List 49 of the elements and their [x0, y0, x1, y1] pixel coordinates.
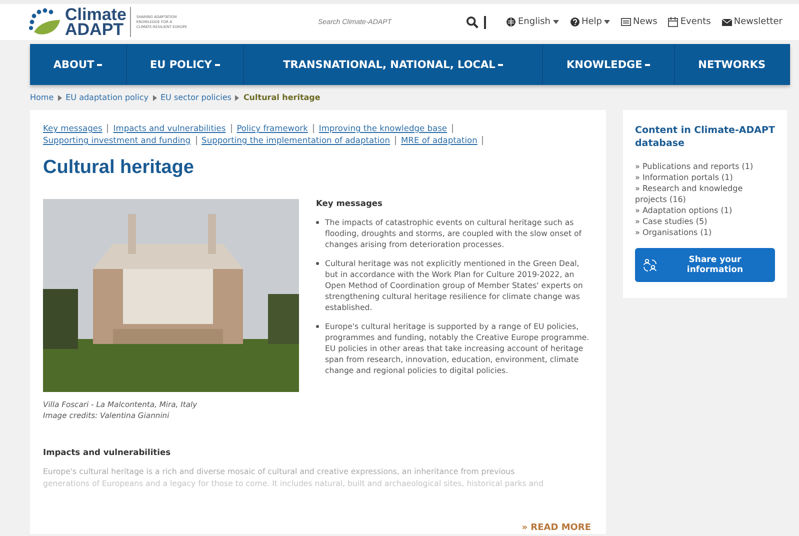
logo-icon — [26, 8, 62, 36]
section-link[interactable]: Key messages — [43, 122, 102, 134]
search-icon[interactable] — [466, 16, 479, 28]
logo-text: ADAPT — [65, 22, 124, 37]
calendar-icon — [668, 17, 678, 27]
database-link[interactable]: » Organisations (1) — [635, 227, 775, 238]
globe-icon — [506, 17, 516, 27]
news-link[interactable]: News — [621, 17, 658, 27]
separator-icon — [235, 94, 240, 100]
database-link[interactable]: » Adaptation options (1) — [635, 205, 775, 216]
separator-icon — [152, 94, 156, 100]
bullet-icon — [316, 262, 319, 265]
language-link[interactable]: English — [506, 17, 558, 27]
section-link[interactable]: Policy framework — [236, 122, 308, 134]
nav-menu-item[interactable]: EU POLICY — [126, 44, 244, 85]
bullet-icon — [316, 221, 319, 224]
section-link[interactable]: Improving the knowledge base — [318, 122, 448, 134]
bullet-icon — [316, 324, 319, 328]
section-link[interactable]: MRE of adaptation — [401, 134, 478, 146]
sidebar-title: Content in Climate-ADAPT database — [635, 124, 775, 150]
database-link[interactable]: » Information portals (1) — [635, 172, 775, 183]
envelope-icon — [722, 17, 732, 27]
read-more-link[interactable]: » READ MORE — [522, 523, 591, 533]
database-link[interactable]: » Research and knowledge projects (16) — [635, 183, 775, 205]
database-link[interactable]: » Case studies (5) — [635, 216, 775, 227]
nav-menu-item[interactable]: ABOUT — [30, 44, 127, 85]
section-link[interactable]: Supporting investment and funding — [43, 134, 191, 146]
nav-menu-item[interactable]: KNOWLEDGE — [543, 44, 675, 85]
newsletter-link[interactable]: Newsletter — [722, 17, 782, 27]
breadcrumb-current: Cultural heritage — [243, 93, 320, 102]
help-link[interactable]: Help — [570, 17, 610, 27]
share-button[interactable]: Share your information — [635, 248, 775, 282]
database-link[interactable]: » Publications and reports (1) — [635, 161, 775, 172]
section-heading: Impacts and vulnerabilities — [43, 447, 172, 457]
section-heading: Key messages — [316, 198, 384, 208]
logo-text: Climate — [65, 7, 126, 22]
nav-menu-item[interactable]: TRANSNATIONAL, NATIONAL, LOCAL — [244, 44, 544, 85]
section-link[interactable]: Supporting the implementation of adaptation — [202, 134, 390, 146]
events-link[interactable]: Events — [668, 17, 711, 27]
help-icon — [570, 17, 580, 27]
page-title: Cultural heritage — [43, 157, 195, 179]
newspaper-icon — [621, 17, 632, 27]
separator-icon — [58, 94, 62, 100]
breadcrumb-link[interactable]: EU adaptation policy — [66, 93, 148, 102]
breadcrumb-link[interactable]: EU sector policies — [160, 93, 232, 102]
section-link[interactable]: Impacts and vulnerabilities — [113, 122, 226, 134]
people-exchange-icon — [643, 258, 657, 272]
nav-menu-item[interactable]: NETWORKS — [674, 44, 790, 85]
breadcrumb-link[interactable]: Home — [30, 93, 54, 102]
